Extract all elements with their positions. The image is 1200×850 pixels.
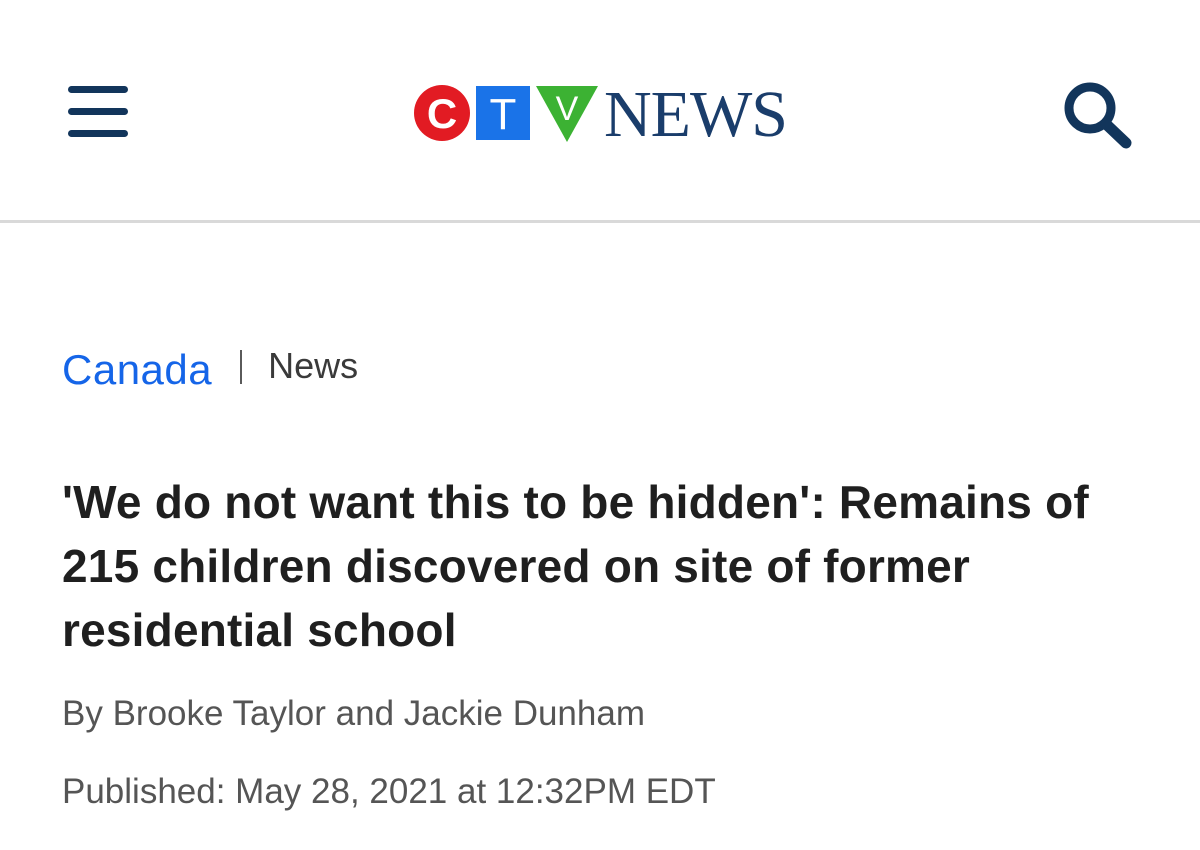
logo-news-wordmark: NEWS	[604, 78, 788, 151]
search-button[interactable]	[1060, 80, 1140, 152]
search-icon	[1064, 82, 1132, 149]
article-byline: By Brooke Taylor and Jackie Dunham	[62, 694, 645, 733]
hamburger-menu-icon	[68, 86, 128, 137]
breadcrumb-separator	[240, 350, 243, 384]
breadcrumb-section-canada[interactable]: Canada	[62, 346, 212, 394]
logo-t-mark: T	[476, 86, 530, 140]
svg-text:T: T	[490, 90, 517, 139]
svg-text:V: V	[556, 90, 579, 128]
breadcrumb-subsection-news[interactable]: News	[268, 345, 358, 387]
article-published-date: Published: May 28, 2021 at 12:32PM EDT	[62, 772, 716, 811]
article-headline: 'We do not want this to be hidden': Rema…	[62, 476, 1089, 656]
svg-text:C: C	[427, 90, 457, 137]
menu-button[interactable]	[66, 84, 132, 140]
breadcrumb: Canada News	[62, 340, 358, 400]
logo-c-mark: C	[414, 85, 470, 141]
header-divider	[0, 220, 1200, 223]
site-header: C T V NEWS	[0, 0, 1200, 222]
logo-v-mark: V	[536, 86, 598, 142]
